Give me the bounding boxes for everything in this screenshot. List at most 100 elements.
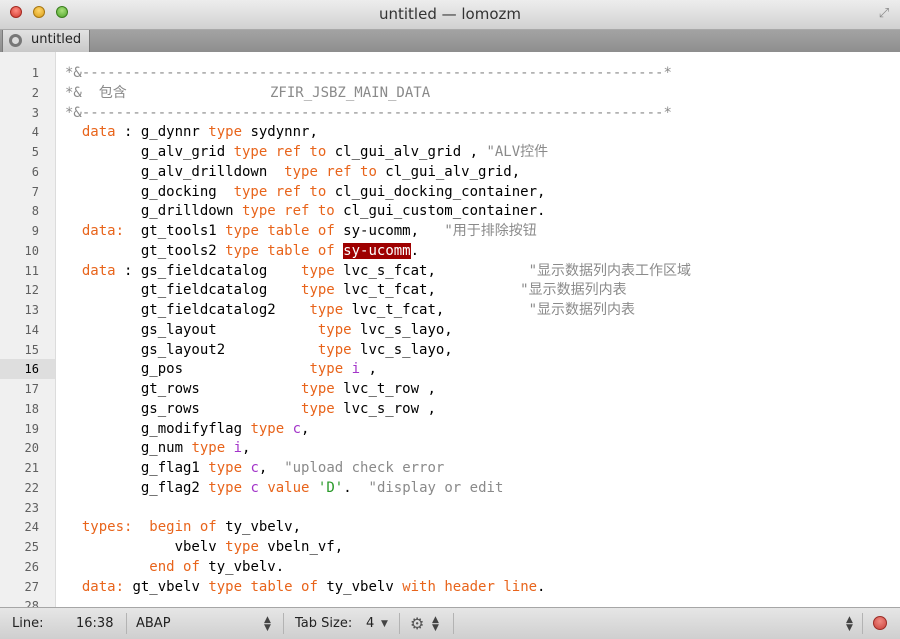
keyword-token: type ref to xyxy=(242,203,335,220)
code-line[interactable]: 20 g_num type i, xyxy=(0,438,900,458)
code-line[interactable]: 15 gs_layout2 type lvc_s_layo, xyxy=(0,340,900,360)
code-line[interactable]: 26 end of ty_vbelv. xyxy=(0,557,900,577)
code-token: lvc_t_fcat, xyxy=(334,282,521,299)
keyword-token: data: xyxy=(81,223,125,239)
gear-icon[interactable]: ⚙ xyxy=(410,614,424,633)
code-text: g_alv_drilldown type ref to cl_gui_alv_g… xyxy=(65,162,520,182)
keyword-token: end of xyxy=(149,558,200,575)
code-token: sydynnr, xyxy=(242,124,318,141)
code-line[interactable]: 18 gs_rows type lvc_s_row , xyxy=(0,399,900,419)
line-number: 9 xyxy=(31,224,39,238)
code-line[interactable]: 12 gt_fieldcatalog type lvc_t_fcat, "显示数… xyxy=(0,280,900,300)
code-text: g_modifyflag type c, xyxy=(65,419,310,439)
code-line[interactable]: 11 data : gs_fieldcatalog type lvc_s_fca… xyxy=(0,261,900,281)
keyword-token: data: xyxy=(81,578,125,595)
keyword-token: type xyxy=(309,302,344,318)
code-line[interactable]: 27 data: gt_vbelv type table of ty_vbelv… xyxy=(0,577,900,597)
tab-size-label[interactable]: Tab Size: xyxy=(295,616,352,631)
code-line[interactable]: 22 g_flag2 type c value 'D'. "display or… xyxy=(0,478,900,498)
code-line[interactable]: 16 g_pos type i , xyxy=(0,359,900,380)
code-text: g_flag2 type c value 'D'. "display or ed… xyxy=(65,478,504,498)
keyword-token: value xyxy=(267,479,310,496)
code-line[interactable]: 8 g_drilldown type ref to cl_gui_custom_… xyxy=(0,201,900,221)
code-text: g_flag1 type c, "upload check error xyxy=(65,458,445,478)
code-text: data : gs_fieldcatalog type lvc_s_fcat, … xyxy=(65,261,691,281)
status-bar: Line: 16:38 ABAP ▲ ▼ Tab Size: 4 ▼ ⚙ ▲ ▼ ▲… xyxy=(0,607,900,639)
code-line[interactable]: 21 g_flag1 type c, "upload check error xyxy=(0,458,900,478)
code-editor[interactable]: 1 *&-------------------------------------… xyxy=(0,52,900,607)
line-number: 21 xyxy=(24,461,39,475)
code-text: data: gt_tools1 type table of sy-ucomm, … xyxy=(65,221,537,241)
line-number: 19 xyxy=(24,421,39,436)
code-line[interactable]: 1 *&-------------------------------------… xyxy=(0,63,900,83)
tab-size-value[interactable]: 4 xyxy=(366,616,374,631)
code-line[interactable]: 5 g_alv_grid type ref to cl_gui_alv_grid… xyxy=(0,142,900,162)
code-text: *&--------------------------------------… xyxy=(65,63,672,83)
keyword-token: type xyxy=(317,341,352,358)
code-token: lvc_s_fcat, xyxy=(334,262,529,279)
comment-token: *& 包含 ZFIR_JSBZ_MAIN_DATA xyxy=(65,84,431,101)
code-line[interactable]: 14 gs_layout type lvc_s_layo, xyxy=(0,320,900,340)
comment-token: "用于排除按钮 xyxy=(444,223,537,239)
keyword-token: data xyxy=(81,124,116,141)
tab-close-icon[interactable] xyxy=(9,34,22,47)
code-line[interactable]: 7 g_docking type ref to cl_gui_docking_c… xyxy=(0,182,900,202)
code-token: : gs_fieldcatalog xyxy=(115,262,302,279)
code-token: vbelv xyxy=(65,539,226,555)
code-text: g_alv_grid type ref to cl_gui_alv_grid ,… xyxy=(65,142,548,162)
code-token: gs_layout xyxy=(65,321,318,338)
divider xyxy=(399,613,400,634)
tab-untitled[interactable]: untitled xyxy=(2,30,90,52)
keyword-token: type xyxy=(301,282,335,299)
code-line[interactable]: 28 xyxy=(0,596,900,607)
keyword-token: type xyxy=(317,321,352,338)
code-line[interactable]: 2 *& 包含 ZFIR_JSBZ_MAIN_DATA xyxy=(0,83,900,103)
code-line[interactable]: 3 *&-------------------------------------… xyxy=(0,103,900,123)
keyword-token: type table of xyxy=(225,223,335,239)
code-token: ty_vbelv xyxy=(317,578,403,595)
comment-token: "显示数据列内表 xyxy=(520,282,627,299)
code-line[interactable]: 19 g_modifyflag type c, xyxy=(0,419,900,439)
code-line[interactable]: 23 xyxy=(0,498,900,518)
tab-label: untitled xyxy=(31,32,82,47)
code-line[interactable]: 24 types: begin of ty_vbelv, xyxy=(0,517,900,537)
title-bar: untitled — lomozm ⤢ xyxy=(0,0,900,30)
code-token: g_pos xyxy=(65,361,310,378)
keyword-token: type xyxy=(225,539,259,555)
code-text: g_pos type i , xyxy=(65,359,377,379)
code-token: g_modifyflag xyxy=(65,420,251,437)
code-token: g_alv_drilldown xyxy=(65,163,285,180)
chevron-updown-icon[interactable]: ▲ ▼ xyxy=(264,616,271,633)
code-token: cl_gui_custom_container. xyxy=(334,203,546,220)
code-text: data : g_dynnr type sydynnr, xyxy=(65,122,318,142)
language-selector[interactable]: ABAP xyxy=(136,616,171,631)
code-token: gt_tools2 xyxy=(65,242,226,259)
keyword-token: type xyxy=(301,262,335,279)
chevron-updown-icon[interactable]: ▲ ▼ xyxy=(846,616,853,633)
code-line[interactable]: 6 g_alv_drilldown type ref to cl_gui_alv… xyxy=(0,162,900,182)
keyword-token: type xyxy=(208,460,243,476)
code-text: gt_fieldcatalog2 type lvc_t_fcat, "显示数据列… xyxy=(65,300,635,320)
chevron-updown-icon[interactable]: ▲ ▼ xyxy=(432,616,439,633)
code-line[interactable]: 4 data : g_dynnr type sydynnr, xyxy=(0,122,900,142)
code-line[interactable]: 17 gt_rows type lvc_t_row , xyxy=(0,379,900,399)
code-line[interactable]: 13 gt_fieldcatalog2 type lvc_t_fcat, "显示… xyxy=(0,300,900,320)
code-line[interactable]: 25 vbelv type vbeln_vf, xyxy=(0,537,900,557)
record-icon[interactable] xyxy=(873,616,887,630)
code-line[interactable]: 9 data: gt_tools1 type table of sy-ucomm… xyxy=(0,221,900,241)
keyword-token: with header line xyxy=(402,578,538,595)
chevron-down-icon[interactable]: ▼ xyxy=(381,619,388,629)
code-token: . xyxy=(410,242,420,259)
comment-token: *&--------------------------------------… xyxy=(65,65,672,81)
fullscreen-icon[interactable]: ⤢ xyxy=(876,6,892,22)
divider xyxy=(126,613,127,634)
code-token: gs_rows xyxy=(65,400,302,417)
code-token: gt_fieldcatalog xyxy=(65,282,302,299)
keyword-token: type xyxy=(301,381,335,397)
code-line[interactable]: 10 gt_tools2 type table of sy-ucomm. xyxy=(0,241,900,261)
keyword-token: type xyxy=(309,361,344,378)
